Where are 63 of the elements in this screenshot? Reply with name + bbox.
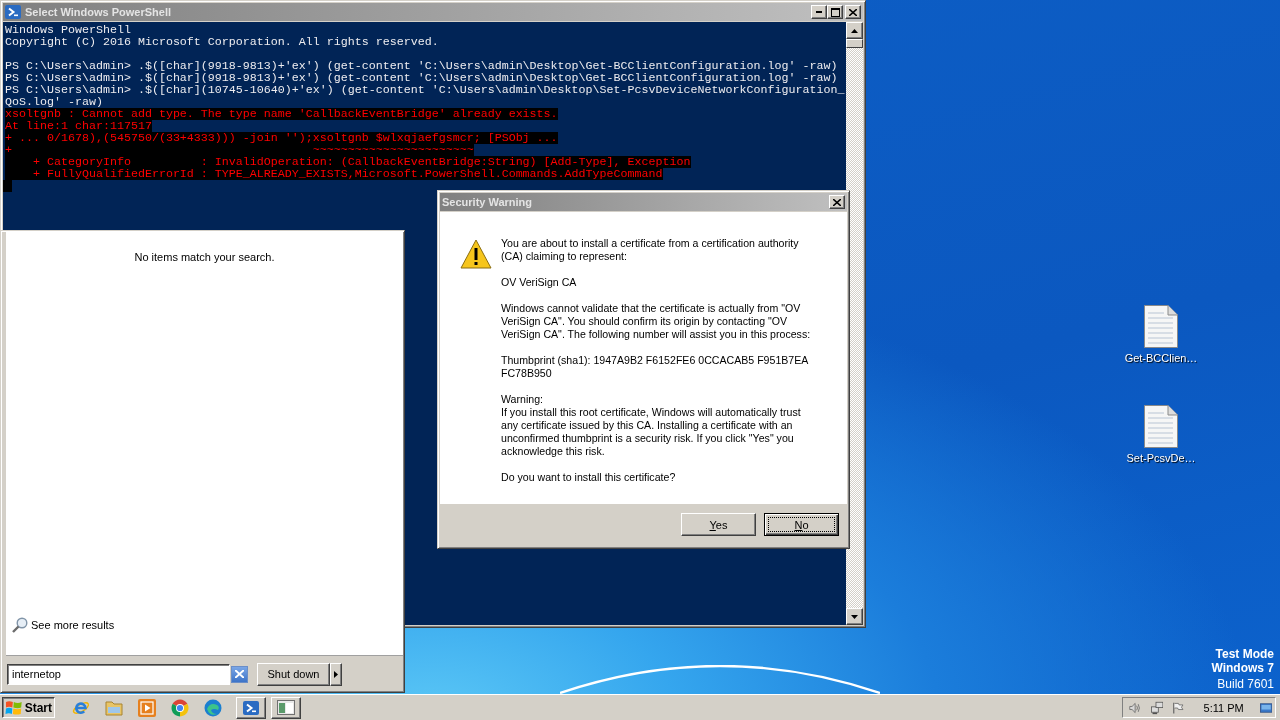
console-line: PS C:\Users\admin> .$([char](9918-9813)+'ex') (get-content 'C:\Users\admin\Desktop\Get-BCClientConfiguration.log' -raw) [5, 60, 838, 72]
message-text: Do you want to install this certificate? [501, 471, 677, 484]
text-cursor [3, 180, 12, 192]
dialog-button[interactable]: Yes [681, 513, 756, 536]
notice-text: Windows 7 [1211, 661, 1274, 675]
maximize-icon [830, 7, 840, 17]
see-more-results-link[interactable]: See more results [12, 617, 115, 633]
console-line: Windows PowerShell [5, 24, 131, 36]
dialog-title: Security Warning [442, 196, 534, 208]
x-icon [235, 670, 244, 678]
message-text: If you install this root certificate, Windows will automatically trust any certificate issued by this CA. Installing a certificate with an unconfirmed thumbprint is a security risk. If you click "Yes" you acknowledge this risk. [501, 406, 802, 458]
monitor-icon[interactable] [1259, 701, 1272, 714]
notice-text: Test Mode [1215, 647, 1274, 661]
dialog-button[interactable]: No [764, 513, 839, 536]
search-icon [12, 617, 28, 633]
document-icon[interactable] [1144, 405, 1178, 448]
maximize-button[interactable] [827, 5, 843, 19]
notice-text: Build 7601 [1217, 677, 1274, 691]
close-icon [849, 8, 857, 16]
scroll-down-button[interactable] [846, 608, 863, 625]
message-text: Warning: [501, 393, 544, 406]
caret-down-icon [851, 614, 858, 619]
network-icon[interactable] [1150, 699, 1163, 716]
message-text: You are about to install a certificate from a certification authority (CA) claiming to represent: [501, 237, 800, 263]
terminal-icon [243, 699, 259, 716]
shut-down-options-button[interactable] [330, 662, 342, 686]
caret-up-icon [851, 28, 858, 33]
taskbar-button[interactable] [236, 696, 266, 719]
file-name[interactable]: Set-PcsvDe… [1126, 452, 1196, 464]
no-results-message: No items match your search. [134, 251, 275, 263]
minimize-button[interactable] [811, 5, 827, 19]
window-icon [277, 700, 295, 715]
speaker-icon[interactable] [1129, 700, 1141, 715]
console-line: QoS.log' -raw) [5, 96, 103, 108]
document-icon[interactable] [1144, 305, 1178, 348]
wave-logo-icon[interactable] [204, 698, 222, 717]
close-icon [833, 198, 841, 206]
close-button[interactable] [845, 5, 861, 19]
minimize-icon [816, 11, 822, 13]
window-title: Select Windows PowerShell [25, 6, 172, 18]
circle-logo-icon[interactable] [171, 698, 189, 717]
clear-search-button[interactable] [231, 665, 248, 683]
file-name[interactable]: Get-BCClien… [1124, 352, 1198, 364]
windows-logo-icon [5, 699, 23, 716]
console-line: Copyright (C) 2016 Microsoft Corporation. All rights reserved. [5, 36, 439, 48]
terminal-icon [5, 4, 21, 20]
flag-icon[interactable] [1172, 700, 1184, 715]
scroll-thumb[interactable] [846, 39, 863, 48]
console-line: PS C:\Users\admin> .$([char](10745-10640)+'ex') (get-content 'C:\Users\admin\Desktop\Set-PcsvDeviceNetworkConfiguration_ [5, 84, 845, 96]
message-text: OV VeriSign CA [501, 276, 578, 289]
start-button[interactable]: Start [2, 697, 55, 718]
search-field[interactable]: internetop [7, 663, 230, 685]
scroll-up-button[interactable] [846, 22, 863, 39]
clock[interactable]: 5:11 PM [1203, 701, 1244, 714]
taskbar-button[interactable] [271, 696, 301, 719]
close-button[interactable] [829, 195, 845, 209]
shut-down-button[interactable]: Shut down [257, 662, 330, 686]
warning-icon [460, 239, 492, 269]
caret-right-icon [334, 670, 338, 678]
message-text: Windows cannot validate that the certificate is actually from "OV VeriSign CA". You should confirm its origin by contacting "OV VeriSign CA". The following number will assist you in this process: [501, 302, 812, 341]
message-text: Thumbprint (sha1): 1947A9B2 F6152FE6 0CCACAB5 F951B7EA FC78B950 [501, 354, 809, 380]
console-line: PS C:\Users\admin> .$([char](9918-9813)+'ex') (get-content 'C:\Users\admin\Desktop\Get-BCClientConfiguration.log' -raw) [5, 72, 838, 84]
play-icon[interactable] [138, 698, 156, 717]
